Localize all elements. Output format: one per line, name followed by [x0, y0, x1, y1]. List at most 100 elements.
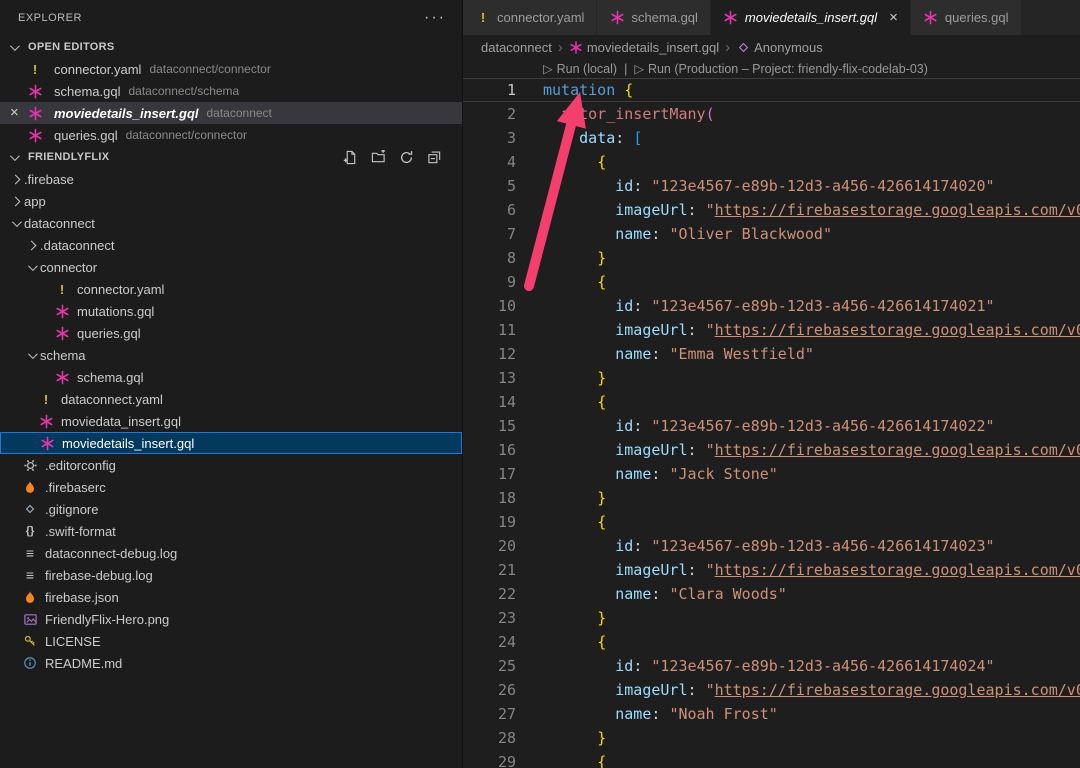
tree-item-queries-gql[interactable]: queries.gql [0, 322, 462, 344]
close-icon[interactable]: × [10, 102, 27, 124]
code-line[interactable]: 24 { [463, 630, 1080, 654]
tree-item-label: dataconnect.yaml [61, 392, 163, 407]
code-line[interactable]: 9 { [463, 270, 1080, 294]
line-number: 4 [463, 150, 516, 174]
tree-item-readme-md[interactable]: README.md [0, 652, 462, 674]
code-line[interactable]: 4 { [463, 150, 1080, 174]
explorer-title-bar: EXPLORER ··· [0, 0, 462, 36]
chevron-down-icon [10, 41, 20, 51]
code-line[interactable]: 8 } [463, 246, 1080, 270]
workspace-root-header[interactable]: FRIENDLYFLIX [0, 146, 462, 168]
tab-schema-gql[interactable]: schema.gql [597, 0, 710, 35]
code-line[interactable]: 26 imageUrl: "https://firebasestorage.go… [463, 678, 1080, 702]
tree-item-friendlyflix-hero-png[interactable]: FriendlyFlix-Hero.png [0, 608, 462, 630]
tree-item-dataconnect-yaml[interactable]: !dataconnect.yaml [0, 388, 462, 410]
open-editors-header[interactable]: OPEN EDITORS [0, 36, 462, 58]
open-editors-label: OPEN EDITORS [28, 41, 115, 53]
close-icon[interactable]: × [889, 9, 898, 26]
breadcrumb-item-anonymous[interactable]: Anonymous [736, 40, 823, 55]
tree-item-schema[interactable]: schema [0, 344, 462, 366]
tree-item-firebase-debug-log[interactable]: ≡firebase-debug.log [0, 564, 462, 586]
code-line[interactable]: 19 { [463, 510, 1080, 534]
open-editor-moviedetails-insert-gql[interactable]: ×moviedetails_insert.gqldataconnect [0, 102, 462, 124]
tree-item-gitignore[interactable]: .gitignore [0, 498, 462, 520]
line-content: id: "123e4567-e89b-12d3-a456-42661417402… [516, 654, 995, 678]
code-line[interactable]: 6 imageUrl: "https://firebasestorage.goo… [463, 198, 1080, 222]
tree-item-label: moviedetails_insert.gql [62, 436, 194, 451]
tree-item-app[interactable]: app [0, 190, 462, 212]
tree-item-connector[interactable]: connector [0, 256, 462, 278]
graphql-icon [54, 303, 70, 319]
code-line[interactable]: 20 id: "123e4567-e89b-12d3-a456-42661417… [463, 534, 1080, 558]
open-editor-name: schema.gql [54, 84, 120, 99]
tree-item-dataconnect-debug-log[interactable]: ≡dataconnect-debug.log [0, 542, 462, 564]
line-content: } [516, 366, 606, 390]
key-icon [22, 633, 38, 649]
breadcrumb: dataconnect›moviedetails_insert.gql›Anon… [463, 35, 1080, 60]
tree-item-schema-gql[interactable]: schema.gql [0, 366, 462, 388]
tree-item-firebase[interactable]: .firebase [0, 168, 462, 190]
code-line[interactable]: 28 } [463, 726, 1080, 750]
tree-item-label: connector [40, 260, 97, 275]
run-local-link[interactable]: ▷Run (local) [543, 60, 617, 78]
tab-moviedetails-insert-gql[interactable]: moviedetails_insert.gql × [711, 0, 911, 35]
code-line[interactable]: 29 { [463, 750, 1080, 768]
code-line[interactable]: 18 } [463, 486, 1080, 510]
code-line[interactable]: 14 { [463, 390, 1080, 414]
open-editor-name: queries.gql [54, 128, 118, 143]
code-line[interactable]: 7 name: "Oliver Blackwood" [463, 222, 1080, 246]
code-line[interactable]: 1mutation { [463, 78, 1080, 102]
code-line[interactable]: 22 name: "Clara Woods" [463, 582, 1080, 606]
open-editor-queries-gql[interactable]: queries.gqldataconnect/connector [0, 124, 462, 146]
code-line[interactable]: 11 imageUrl: "https://firebasestorage.go… [463, 318, 1080, 342]
tree-item-dataconnect[interactable]: dataconnect [0, 212, 462, 234]
tree-item-moviedetails-insert-gql[interactable]: moviedetails_insert.gql [0, 432, 462, 454]
more-actions-icon[interactable]: ··· [424, 13, 446, 23]
tree-item-firebase-json[interactable]: firebase.json [0, 586, 462, 608]
tab-label: moviedetails_insert.gql [745, 10, 877, 25]
graphql-icon [569, 41, 583, 55]
tree-item-mutations-gql[interactable]: mutations.gql [0, 300, 462, 322]
breadcrumb-item-dataconnect[interactable]: dataconnect [481, 40, 552, 55]
tree-item-editorconfig[interactable]: .editorconfig [0, 454, 462, 476]
tree-item-firebaserc[interactable]: .firebaserc [0, 476, 462, 498]
tab-queries-gql[interactable]: queries.gql [911, 0, 1022, 35]
code-line[interactable]: 13 } [463, 366, 1080, 390]
code-line[interactable]: 23 } [463, 606, 1080, 630]
warning-icon: ! [54, 281, 70, 297]
code-line[interactable]: 21 imageUrl: "https://firebasestorage.go… [463, 558, 1080, 582]
code-line[interactable]: 15 id: "123e4567-e89b-12d3-a456-42661417… [463, 414, 1080, 438]
refresh-icon[interactable] [398, 149, 414, 165]
breadcrumb-label: dataconnect [481, 40, 552, 55]
tab-connector-yaml[interactable]: !connector.yaml [463, 0, 597, 35]
line-content: { [516, 390, 606, 414]
line-number: 22 [463, 582, 516, 606]
code-line[interactable]: 17 name: "Jack Stone" [463, 462, 1080, 486]
tree-item-dataconnect[interactable]: .dataconnect [0, 234, 462, 256]
new-folder-icon[interactable] [370, 149, 386, 165]
open-editor-connector-yaml[interactable]: !connector.yamldataconnect/connector [0, 58, 462, 80]
code-line[interactable]: 3 data: [ [463, 126, 1080, 150]
collapse-all-icon[interactable] [426, 149, 442, 165]
code-line[interactable]: 2 actor_insertMany( [463, 102, 1080, 126]
run-local-label: Run (local) [557, 60, 617, 78]
open-editor-schema-gql[interactable]: schema.gqldataconnect/schema [0, 80, 462, 102]
line-number: 18 [463, 486, 516, 510]
code-line[interactable]: 12 name: "Emma Westfield" [463, 342, 1080, 366]
code-line[interactable]: 10 id: "123e4567-e89b-12d3-a456-42661417… [463, 294, 1080, 318]
line-content: name: "Oliver Blackwood" [516, 222, 832, 246]
graphql-icon [609, 10, 625, 26]
new-file-icon[interactable] [342, 149, 358, 165]
run-production-link[interactable]: ▷Run (Production – Project: friendly-fli… [634, 60, 928, 78]
tree-item-license[interactable]: LICENSE [0, 630, 462, 652]
tree-item-swift-format[interactable]: {}.swift-format [0, 520, 462, 542]
tree-item-moviedata-insert-gql[interactable]: moviedata_insert.gql [0, 410, 462, 432]
code-line[interactable]: 27 name: "Noah Frost" [463, 702, 1080, 726]
breadcrumb-item-moviedetails-insert-gql[interactable]: moviedetails_insert.gql [569, 40, 719, 55]
code-line[interactable]: 16 imageUrl: "https://firebasestorage.go… [463, 438, 1080, 462]
line-number: 28 [463, 726, 516, 750]
code-line[interactable]: 5 id: "123e4567-e89b-12d3-a456-426614174… [463, 174, 1080, 198]
tree-item-connector-yaml[interactable]: !connector.yaml [0, 278, 462, 300]
code-line[interactable]: 25 id: "123e4567-e89b-12d3-a456-42661417… [463, 654, 1080, 678]
code-editor[interactable]: 1mutation {2 actor_insertMany(3 data: [4… [463, 78, 1080, 768]
